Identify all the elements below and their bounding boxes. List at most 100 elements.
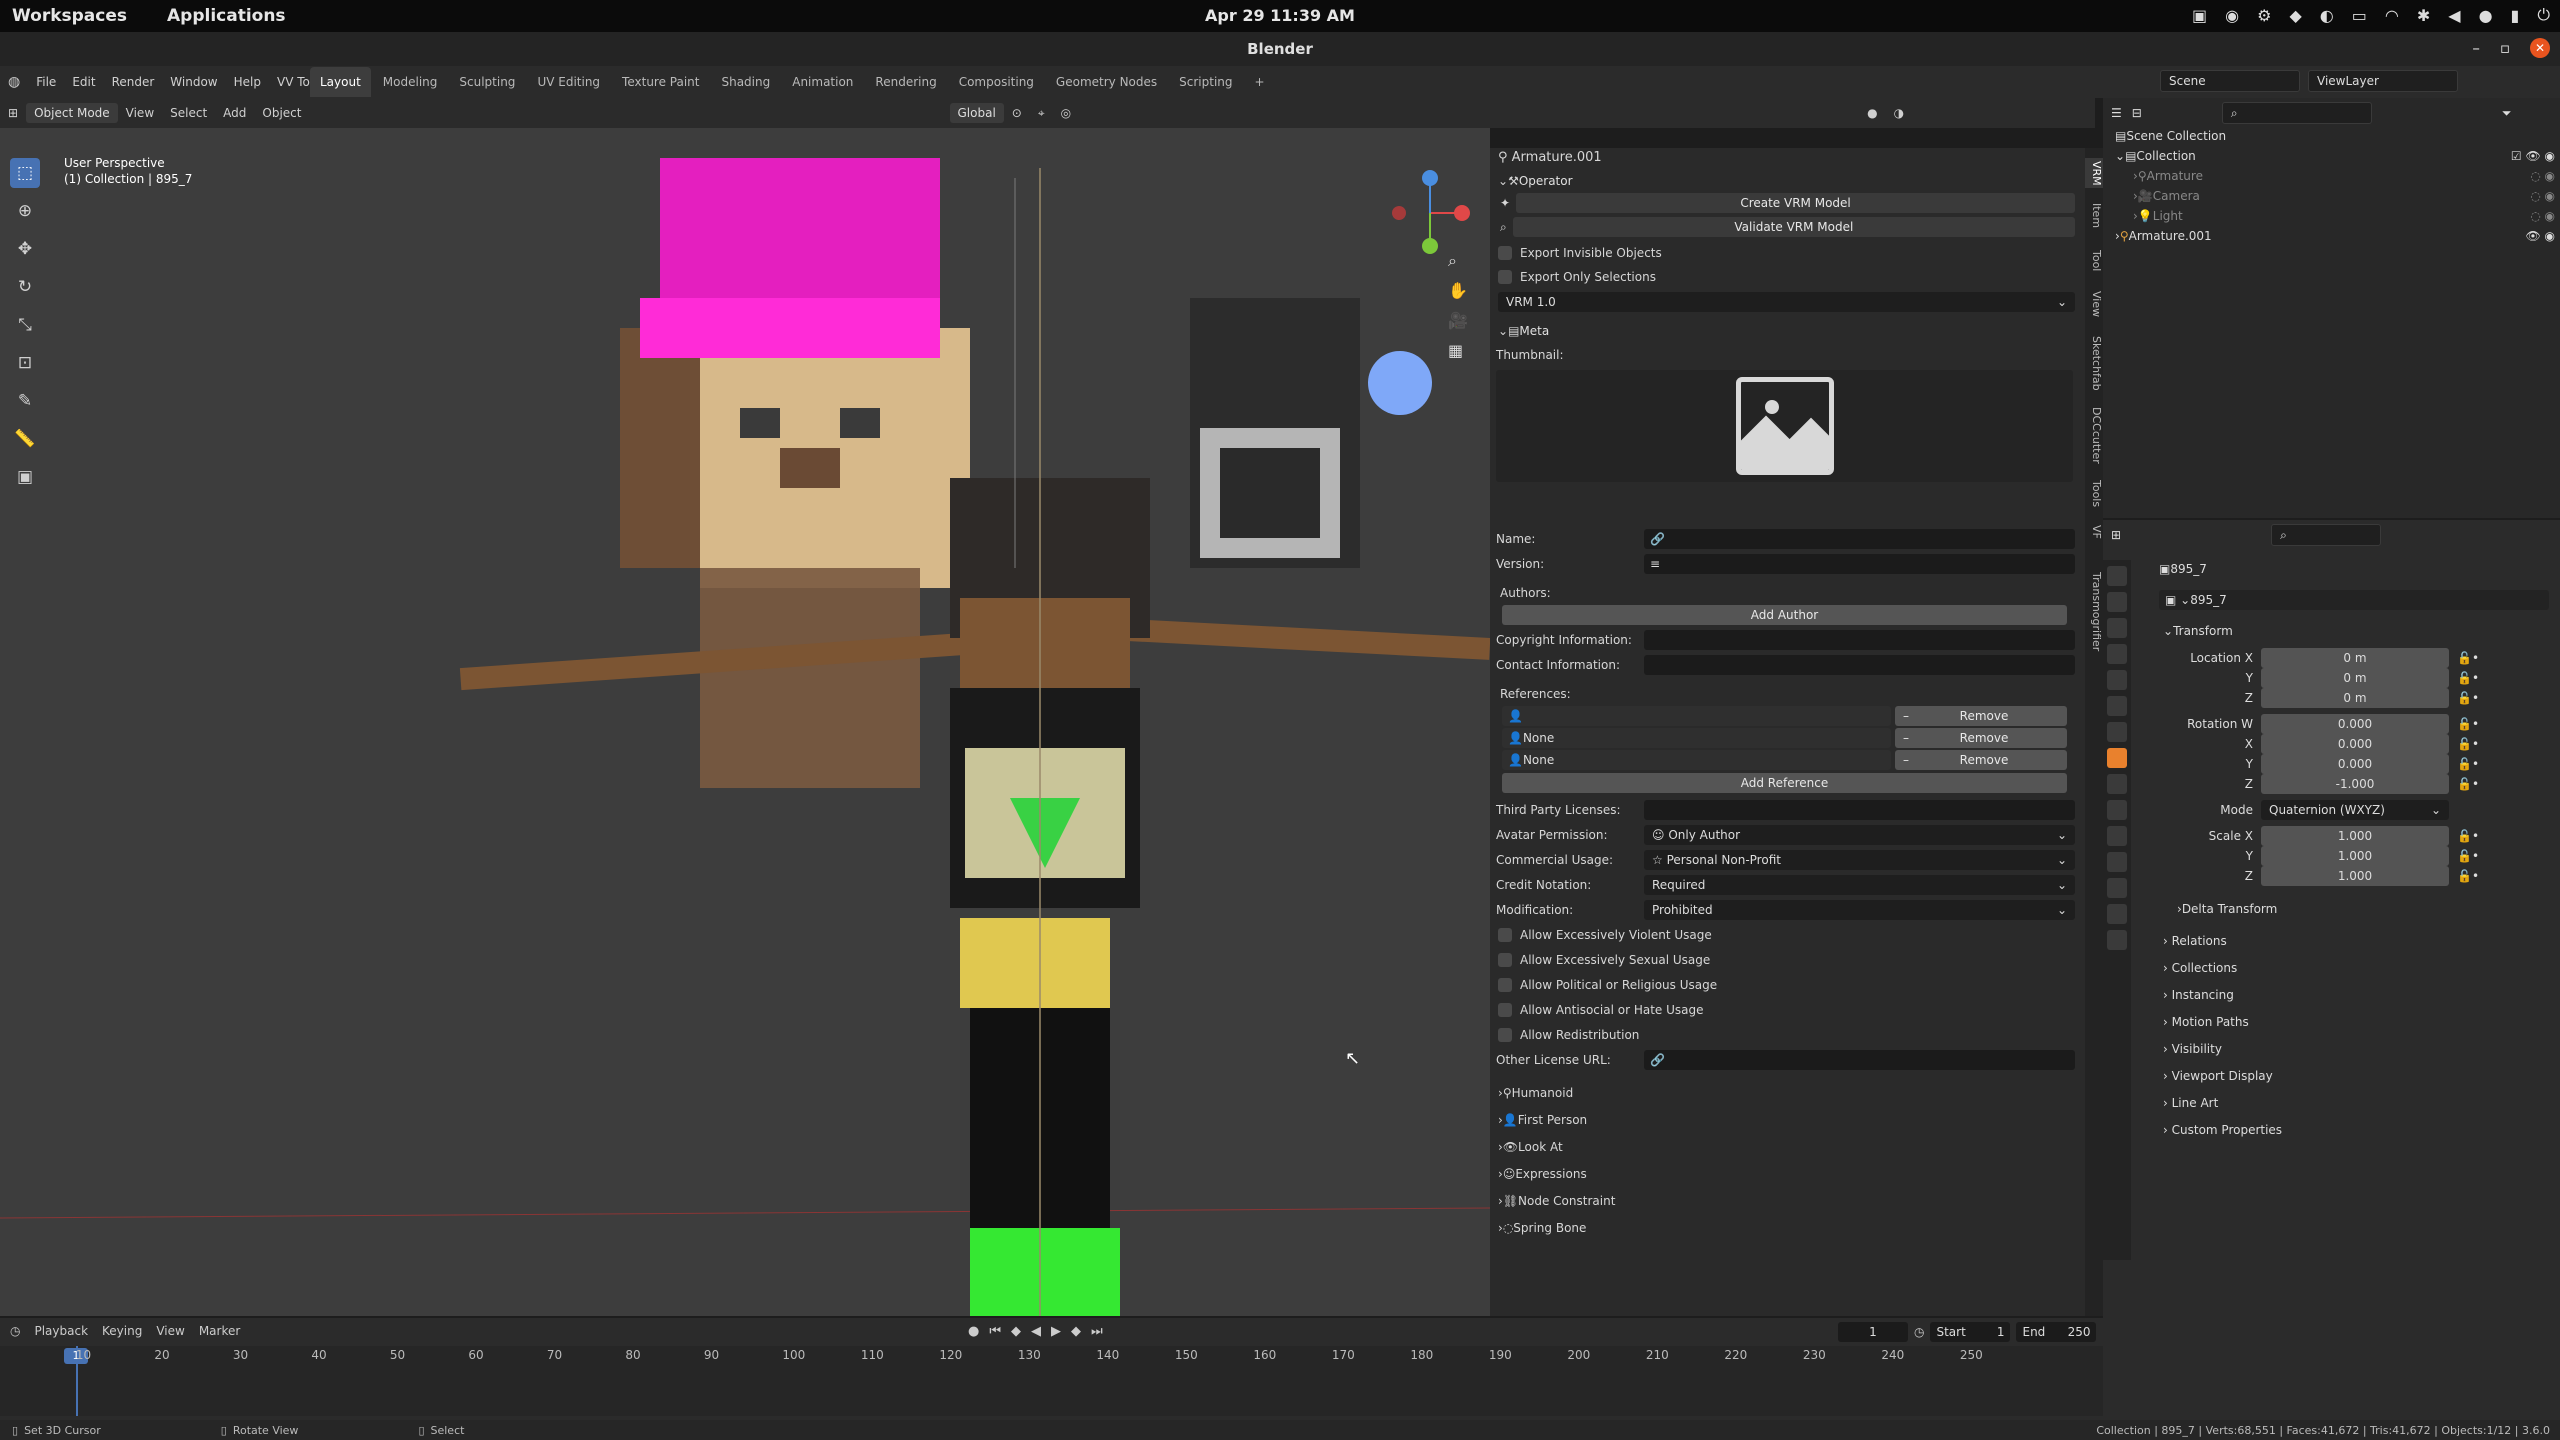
remove-reference-button[interactable]: – Remove [1895, 750, 2067, 770]
constraints-tab-icon[interactable] [2107, 852, 2127, 872]
tab-transmogrifier[interactable]: Transmogrifier [2085, 552, 2103, 672]
proportional-icon[interactable]: ◎ [1053, 106, 1079, 120]
marker-menu[interactable]: Marker [199, 1324, 240, 1338]
tab-view[interactable]: View [2085, 286, 2103, 322]
mic-icon[interactable]: ● [2479, 6, 2493, 25]
version-input[interactable]: ≡ [1644, 554, 2075, 574]
rotation-w-field[interactable]: 0.000 [2261, 714, 2449, 734]
select-box-icon[interactable]: ⬚ [10, 158, 40, 188]
scale-z-field[interactable]: 1.000 [2261, 866, 2449, 886]
object-tab-icon[interactable] [2107, 748, 2127, 768]
outliner-row-collection[interactable]: ⌄ ▤ Collection ☑ 👁 ◉ [2115, 146, 2555, 166]
view-layer-tab-icon[interactable] [2107, 644, 2127, 664]
tab-sketchfab[interactable]: Sketchfab [2085, 330, 2103, 396]
properties-editor-icon[interactable]: ⊞ [2111, 528, 2121, 542]
lock-icon[interactable]: 🔓• [2457, 717, 2479, 731]
pan-icon[interactable]: ✋ [1448, 276, 1468, 306]
outliner-row-camera[interactable]: › 🎥 Camera ◌ ◉ [2133, 186, 2555, 206]
battery-icon[interactable]: ▮ [2511, 6, 2520, 25]
add-cube-icon[interactable]: ▣ [10, 462, 40, 492]
tab-vf[interactable]: VF [2085, 520, 2103, 544]
tab-item[interactable]: Item [2085, 198, 2103, 234]
tab-tool[interactable]: Tool [2085, 244, 2103, 278]
scene-collection-row[interactable]: ▤ Scene Collection [2115, 126, 2226, 146]
expressions-section[interactable]: › ☺ Expressions [1490, 1163, 2085, 1185]
tab-compositing[interactable]: Compositing [949, 67, 1044, 97]
clock-icon[interactable]: ◷ [1914, 1325, 1924, 1339]
measure-icon[interactable]: 📏 [10, 424, 40, 454]
menu-render[interactable]: Render [104, 75, 163, 89]
rotation-mode-dropdown[interactable]: Quaternion (WXYZ) ⌄ [2261, 800, 2449, 820]
tab-shading[interactable]: Shading [711, 67, 780, 97]
close-icon[interactable]: ✕ [2530, 38, 2550, 58]
viewport-menu-object[interactable]: Object [254, 106, 309, 120]
allow-redistribution-row[interactable]: Allow Redistribution [1490, 1024, 2085, 1046]
playback-menu[interactable]: Playback [34, 1324, 88, 1338]
credit-notation-dropdown[interactable]: Required ⌄ [1644, 875, 2075, 895]
menu-window[interactable]: Window [162, 75, 225, 89]
node-constraint-section[interactable]: › ⛓ Node Constraint [1490, 1190, 2085, 1212]
wifi-icon[interactable]: ◠ [2385, 6, 2399, 25]
render-tab-icon[interactable] [2107, 592, 2127, 612]
transform-header[interactable]: ⌄ Transform [2163, 624, 2233, 638]
shading-solid-icon[interactable]: ● [1859, 106, 1885, 120]
cursor-icon[interactable]: ⊕ [10, 196, 40, 226]
start-frame-field[interactable]: Start 1 [1930, 1322, 2011, 1342]
commercial-usage-dropdown[interactable]: ☆ Personal Non-Profit ⌄ [1644, 850, 2075, 870]
shading-material-icon[interactable]: ◑ [1886, 106, 1912, 120]
export-invisible-checkbox[interactable] [1498, 246, 1512, 260]
vrm-version-dropdown[interactable]: VRM 1.0 ⌄ [1498, 292, 2075, 312]
clock[interactable]: Apr 29 11:39 AM [1180, 6, 1380, 25]
allow-sexual-row[interactable]: Allow Excessively Sexual Usage [1490, 949, 2085, 971]
relations-section[interactable]: › Relations [2163, 928, 2282, 955]
outliner-row-light[interactable]: › 💡 Light ◌ ◉ [2133, 206, 2555, 226]
network-tray-icon[interactable]: ◆ [2289, 6, 2301, 25]
export-invisible-row[interactable]: Export Invisible Objects [1490, 242, 2085, 264]
rotation-y-field[interactable]: 0.000 [2261, 754, 2449, 774]
avatar-permission-dropdown[interactable]: ☺ Only Author ⌄ [1644, 825, 2075, 845]
modification-dropdown[interactable]: Prohibited ⌄ [1644, 900, 2075, 920]
tab-sculpting[interactable]: Sculpting [449, 67, 525, 97]
applications-menu[interactable]: Applications [167, 6, 286, 26]
zoom-icon[interactable]: ⌕ [1448, 246, 1468, 276]
tab-uv-editing[interactable]: UV Editing [527, 67, 610, 97]
add-workspace-button[interactable]: + [1245, 67, 1275, 97]
tab-animation[interactable]: Animation [782, 67, 863, 97]
location-x-field[interactable]: 0 m [2261, 648, 2449, 668]
tool-tab-icon[interactable] [2107, 566, 2127, 586]
physics-tab-icon[interactable] [2107, 826, 2127, 846]
steam-icon[interactable]: ⚙ [2257, 6, 2271, 25]
lock-icon[interactable]: 🔓• [2457, 691, 2479, 705]
end-frame-field[interactable]: End 250 [2016, 1322, 2097, 1342]
tab-vrm[interactable]: VRM [2085, 158, 2103, 188]
tab-tools[interactable]: Tools [2085, 474, 2103, 514]
thumbnail-box[interactable] [1496, 370, 2073, 482]
output-tab-icon[interactable] [2107, 618, 2127, 638]
lock-icon[interactable]: 🔓• [2457, 757, 2479, 771]
allow-antisocial-checkbox[interactable] [1498, 1003, 1512, 1017]
editor-type-icon[interactable]: ⊞ [0, 106, 26, 120]
viewport-menu-add[interactable]: Add [215, 106, 254, 120]
add-reference-button[interactable]: Add Reference [1502, 773, 2067, 793]
lock-icon[interactable]: 🔓• [2457, 651, 2479, 665]
outliner-row-armature[interactable]: › ⚲ Armature ◌ ◉ [2133, 166, 2555, 186]
visibility-icon[interactable]: ◌ ◉ [2530, 209, 2555, 223]
next-key-icon[interactable]: ◆ [1071, 1324, 1081, 1339]
look-at-section[interactable]: › 👁 Look At [1490, 1136, 2085, 1158]
visibility-icon[interactable]: 👁 ◉ [2525, 229, 2555, 243]
world-tab-icon[interactable] [2107, 696, 2127, 716]
humanoid-section[interactable]: › ⚲ Humanoid [1490, 1082, 2085, 1104]
instancing-section[interactable]: › Instancing [2163, 982, 2282, 1009]
lock-icon[interactable]: 🔓• [2457, 869, 2479, 883]
visibility-icon[interactable]: ☑ 👁 ◉ [2511, 149, 2555, 163]
allow-violent-checkbox[interactable] [1498, 928, 1512, 942]
viewport-menu-select[interactable]: Select [162, 106, 215, 120]
delta-transform-section[interactable]: › Delta Transform [2177, 902, 2277, 916]
visibility-section[interactable]: › Visibility [2163, 1036, 2282, 1063]
reference-input[interactable]: 👤 [1502, 706, 1891, 726]
window-icon[interactable]: ▣ [2192, 6, 2207, 25]
volume-icon[interactable]: ◀ [2448, 6, 2460, 25]
location-y-field[interactable]: 0 m [2261, 668, 2449, 688]
display-icon[interactable]: ▭ [2352, 6, 2367, 25]
lock-icon[interactable]: 🔓• [2457, 829, 2479, 843]
